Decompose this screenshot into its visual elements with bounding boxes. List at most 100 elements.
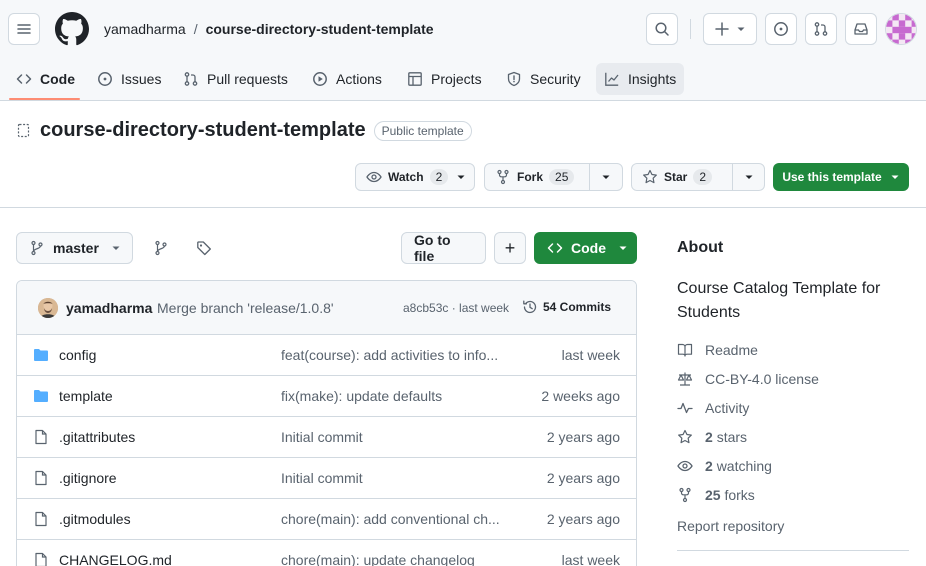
book-icon [677,342,693,358]
chevron-down-icon [744,172,754,182]
chevron-down-icon [111,243,121,253]
activity-label: Activity [705,400,750,416]
file-name[interactable]: .gitignore [59,470,117,486]
license-link[interactable]: CC-BY-4.0 license [677,371,819,387]
file-name[interactable]: config [59,347,96,363]
go-to-file-button[interactable]: Go to file [401,232,486,264]
file-icon [33,470,49,486]
fork-icon [495,169,511,185]
readme-label: Readme [705,342,758,358]
star-icon [677,429,693,445]
fork-dropdown[interactable] [589,164,622,190]
file-row[interactable]: .gitignore Initial commit 2 years ago [17,458,636,499]
history-icon [522,299,538,315]
use-template-label: Use this template [782,170,882,184]
repo-name[interactable]: course-directory-student-template [40,119,366,142]
issues-button[interactable] [765,13,797,45]
star-label: Star [664,170,688,184]
commit-meta[interactable]: a8cb53c · last week [403,301,509,315]
tab-pull-requests[interactable]: Pull requests [175,63,296,95]
breadcrumb-repo[interactable]: course-directory-student-template [206,20,434,38]
table-icon [407,71,423,87]
fork-icon [677,487,693,503]
tab-projects[interactable]: Projects [399,63,490,95]
file-commit-message[interactable]: Initial commit [281,470,363,486]
active-tab-indicator [9,98,80,100]
file-row[interactable]: .gitmodules chore(main): add conventiona… [17,499,636,540]
commit-message[interactable]: Merge branch 'release/1.0.8' [157,300,334,316]
tab-security[interactable]: Security [498,63,589,95]
file-icon [33,552,49,566]
file-name[interactable]: .gitmodules [59,511,131,527]
star-icon [642,169,658,185]
stars-link[interactable]: 2 stars [677,429,747,445]
watch-dropdown[interactable] [448,172,474,182]
watch-button[interactable]: Watch 2 [355,163,475,191]
play-icon [312,71,328,87]
chevron-down-icon [618,243,628,253]
user-avatar[interactable] [885,13,917,45]
file-commit-message[interactable]: Initial commit [281,429,363,445]
tags-button[interactable] [188,232,220,264]
repo-title-row: course-directory-student-template Public… [16,119,472,142]
license-label: CC-BY-4.0 license [705,371,819,387]
inbox-icon [853,21,869,37]
chevron-down-icon [456,172,466,182]
tab-code[interactable]: Code [8,63,83,95]
commit-author[interactable]: yamadharma [66,300,152,316]
file-name[interactable]: CHANGELOG.md [59,552,172,566]
star-button[interactable]: Star 2 [631,163,765,191]
tab-label: Security [530,71,581,87]
menu-button[interactable] [8,13,40,45]
branches-button[interactable] [145,232,177,264]
breadcrumb-owner[interactable]: yamadharma [104,20,186,38]
file-row[interactable]: template fix(make): update defaults 2 we… [17,376,636,417]
search-button[interactable] [646,13,678,45]
use-this-template-button[interactable]: Use this template [773,163,909,191]
tab-insights[interactable]: Insights [596,63,685,95]
add-file-button[interactable]: + [494,232,526,264]
watching-link[interactable]: 2 watching [677,458,772,474]
file-name[interactable]: template [59,388,113,404]
file-commit-message[interactable]: chore(main): add conventional ch... [281,511,500,527]
github-logo-icon[interactable] [55,12,89,46]
file-row[interactable]: .gitattributes Initial commit 2 years ag… [17,417,636,458]
about-heading: About [677,239,724,256]
tab-label: Pull requests [207,71,288,87]
file-commit-message[interactable]: fix(make): update defaults [281,388,442,404]
commits-link[interactable]: 54 Commits [522,299,611,315]
author-avatar[interactable] [38,298,58,318]
file-row[interactable]: CHANGELOG.md chore(main): update changel… [17,540,636,566]
fork-label: Fork [517,170,544,184]
branch-icon [29,240,45,256]
readme-link[interactable]: Readme [677,342,758,358]
fork-button[interactable]: Fork 25 [484,163,623,191]
shield-icon [506,71,522,87]
file-date: last week [561,347,620,363]
tab-issues[interactable]: Issues [89,63,169,95]
file-commit-message[interactable]: feat(course): add activities to info... [281,347,498,363]
star-dropdown[interactable] [732,164,764,190]
forks-link[interactable]: 25 forks [677,487,755,503]
about-description: Course Catalog Template for Students [677,280,881,321]
plus-icon: + [504,237,516,258]
file-name[interactable]: .gitattributes [59,429,135,445]
inbox-button[interactable] [845,13,877,45]
code-button[interactable]: Code [534,232,637,264]
folder-icon [33,347,49,363]
file-date: 2 years ago [546,429,620,445]
pull-requests-button[interactable] [805,13,837,45]
activity-link[interactable]: Activity [677,400,749,416]
file-row[interactable]: config feat(course): add activities to i… [17,335,636,376]
chevron-down-icon [890,172,900,182]
section-divider [0,207,926,208]
tab-label: Code [40,71,75,87]
commit-count: 54 Commits [543,300,612,314]
stars-count: 2 [705,429,713,445]
file-commit-message[interactable]: chore(main): update changelog [281,552,475,566]
tab-actions[interactable]: Actions [304,63,390,95]
pull-request-icon [183,71,199,87]
report-repository-link[interactable]: Report repository [677,518,784,534]
branch-selector[interactable]: master [16,232,133,264]
create-new-button[interactable] [703,13,757,45]
